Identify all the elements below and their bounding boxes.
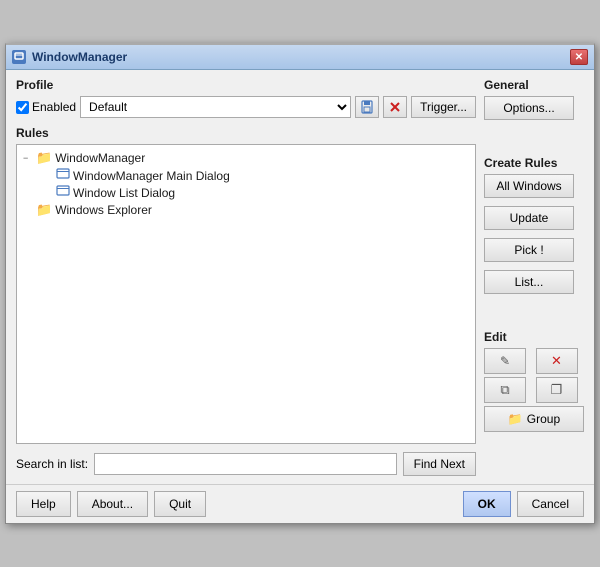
app-icon <box>12 50 26 64</box>
general-label: General <box>484 78 584 92</box>
tree-label-wm-main: WindowManager Main Dialog <box>73 169 230 183</box>
copy-icon: ⧉ <box>500 382 509 398</box>
profile-section: Profile Enabled Default <box>16 78 476 118</box>
help-button[interactable]: Help <box>16 491 71 517</box>
search-row: Search in list: Find Next <box>16 452 476 476</box>
tree-label-wm-list: Window List Dialog <box>73 186 175 200</box>
group-folder-icon: 📁 <box>508 412 523 426</box>
close-button[interactable]: ✕ <box>570 49 588 65</box>
tree-label-explorer: Windows Explorer <box>55 203 152 217</box>
main-content: Profile Enabled Default <box>6 70 594 484</box>
tree-item-wm[interactable]: − 📁 WindowManager <box>21 149 471 167</box>
copy2-icon: ❐ <box>551 382 563 398</box>
tree-item-wm-main[interactable]: WindowManager Main Dialog <box>41 167 471 184</box>
all-windows-button[interactable]: All Windows <box>484 174 574 198</box>
update-button[interactable]: Update <box>484 206 574 230</box>
right-panel: General Options... Create Rules All Wind… <box>484 78 584 476</box>
cancel-button[interactable]: Cancel <box>517 491 584 517</box>
main-layout: Profile Enabled Default <box>16 78 584 476</box>
title-bar: WindowManager ✕ <box>6 45 594 70</box>
quit-button[interactable]: Quit <box>154 491 206 517</box>
group-button[interactable]: 📁 Group <box>484 406 584 432</box>
window-icon-wm-main <box>56 168 70 183</box>
tree-item-explorer[interactable]: 📁 Windows Explorer <box>21 201 471 219</box>
edit-pencil-button[interactable]: ✎ <box>484 348 526 374</box>
tree-toggle-wm-list <box>43 188 53 198</box>
delete-icon: ✕ <box>551 353 562 369</box>
search-label: Search in list: <box>16 457 88 471</box>
save-profile-button[interactable] <box>355 96 379 118</box>
window-title: WindowManager <box>32 50 127 64</box>
rules-tree[interactable]: − 📁 WindowManager WindowManager Main Dia… <box>16 144 476 444</box>
edit-copy-button[interactable]: ⧉ <box>484 377 526 403</box>
enabled-checkbox[interactable] <box>16 101 29 114</box>
edit-copy2-button[interactable]: ❐ <box>536 377 578 403</box>
group-label: Group <box>527 412 560 426</box>
ok-button[interactable]: OK <box>463 491 511 517</box>
list-button[interactable]: List... <box>484 270 574 294</box>
pick-button[interactable]: Pick ! <box>484 238 574 262</box>
rules-section: Rules − 📁 WindowManager <box>16 126 476 444</box>
folder-icon-explorer: 📁 <box>36 202 52 218</box>
about-button[interactable]: About... <box>77 491 148 517</box>
profile-row: Enabled Default Trigger... <box>16 96 476 118</box>
tree-item-wm-list[interactable]: Window List Dialog <box>41 184 471 201</box>
edit-grid: ✎ ✕ ⧉ ❐ 📁 Group <box>484 348 584 432</box>
window-icon-wm-list <box>56 185 70 200</box>
left-panel: Profile Enabled Default <box>16 78 476 476</box>
edit-label: Edit <box>484 330 584 344</box>
profile-dropdown[interactable]: Default <box>80 96 351 118</box>
options-button[interactable]: Options... <box>484 96 574 120</box>
tree-toggle-wm-main <box>43 171 53 181</box>
enabled-label: Enabled <box>32 100 76 114</box>
edit-delete-button[interactable]: ✕ <box>536 348 578 374</box>
search-input[interactable] <box>94 453 397 475</box>
folder-icon-wm: 📁 <box>36 150 52 166</box>
trigger-button[interactable]: Trigger... <box>411 96 476 118</box>
enabled-checkbox-label[interactable]: Enabled <box>16 100 76 114</box>
tree-toggle-wm[interactable]: − <box>23 153 33 163</box>
edit-section: Edit ✎ ✕ ⧉ ❐ <box>484 330 584 432</box>
profile-label: Profile <box>16 78 476 92</box>
bottom-bar: Help About... Quit OK Cancel <box>6 484 594 523</box>
main-window: WindowManager ✕ Profile Enabled Default <box>5 43 595 524</box>
rules-label: Rules <box>16 126 476 140</box>
tree-toggle-explorer <box>23 205 33 215</box>
pencil-icon: ✎ <box>500 354 510 368</box>
create-rules-label: Create Rules <box>484 156 584 170</box>
find-next-button[interactable]: Find Next <box>403 452 476 476</box>
general-section: General Options... <box>484 78 584 124</box>
title-bar-left: WindowManager <box>12 50 127 64</box>
tree-label-wm: WindowManager <box>55 151 145 165</box>
delete-profile-button[interactable] <box>383 96 407 118</box>
create-rules-section: Create Rules All Windows Update Pick ! L… <box>484 156 584 298</box>
create-rules-buttons: All Windows Update Pick ! List... <box>484 174 584 298</box>
